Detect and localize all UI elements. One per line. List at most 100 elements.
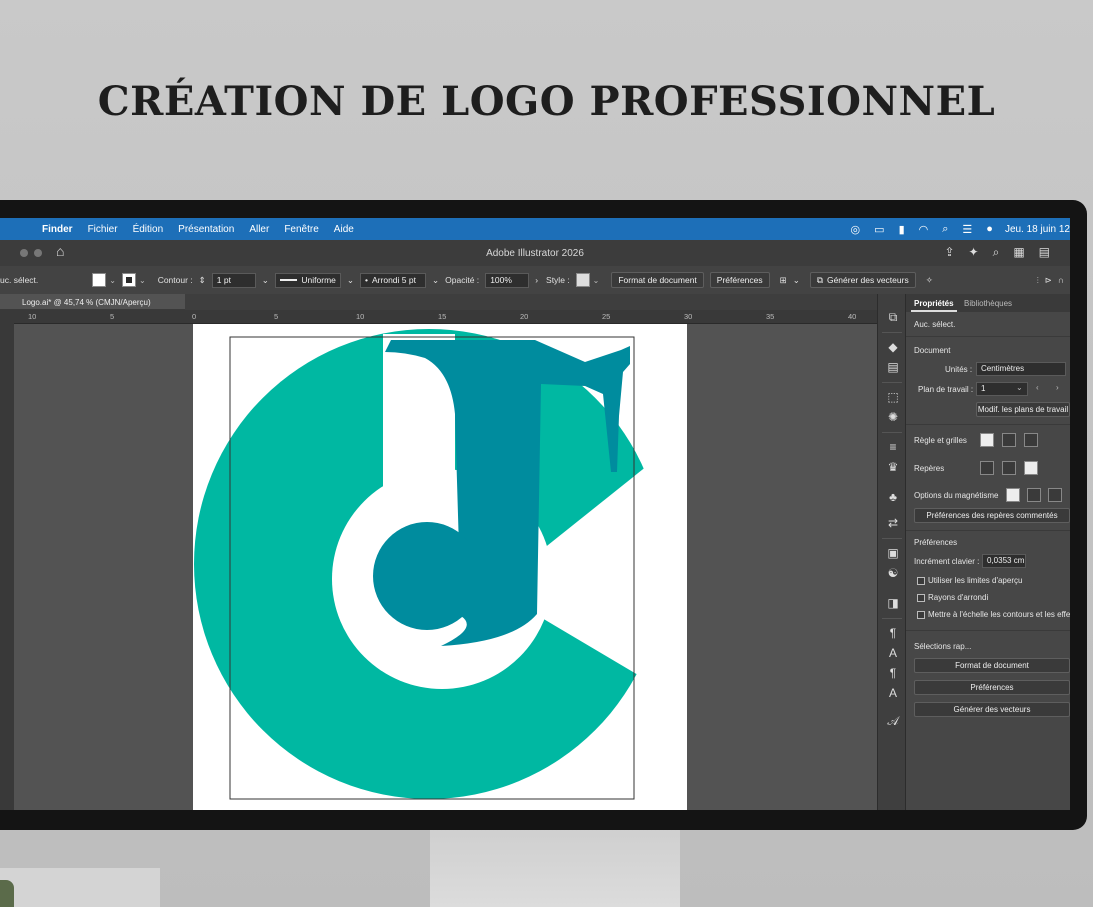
menu-presentation[interactable]: Présentation — [178, 224, 234, 235]
lock-guides-icon[interactable] — [1002, 461, 1016, 475]
keyboard-increment-field[interactable]: 0,0353 cm — [982, 554, 1026, 568]
paragraph-styles-icon[interactable]: A — [885, 646, 901, 660]
logo-artwork[interactable] — [193, 324, 687, 810]
quick-actions-title: Sélections rap... — [914, 642, 972, 651]
grid-toggle-icon[interactable] — [1002, 433, 1016, 447]
appearance-icon[interactable]: ✺ — [885, 410, 901, 424]
menu-aide[interactable]: Aide — [334, 224, 354, 235]
generate-vectors-panel-button[interactable]: Générer des vecteurs — [914, 702, 1070, 717]
round-corners-checkbox[interactable] — [917, 594, 925, 602]
symbols-icon[interactable]: ♣ — [885, 490, 901, 504]
stroke-label[interactable]: Contour : — [158, 275, 193, 285]
menu-bar-clock[interactable]: Jeu. 18 juin 12 — [1005, 224, 1070, 235]
stroke-panel-icon[interactable]: ≡ — [885, 440, 901, 454]
stroke-profile-select[interactable]: Uniforme — [274, 272, 341, 288]
siri-icon[interactable]: ● — [986, 223, 993, 235]
preferences-panel-button[interactable]: Préférences — [914, 680, 1070, 695]
preferences-button[interactable]: Préférences — [709, 272, 770, 288]
menu-finder[interactable]: Finder — [42, 224, 73, 235]
search-icon[interactable]: ⌕ — [993, 245, 1000, 260]
rulers-toggle-icon[interactable] — [980, 433, 994, 447]
path-icon[interactable]: ∩ — [1058, 275, 1064, 285]
puppet-icon[interactable]: ♛ — [885, 460, 901, 474]
logo-inner-dot[interactable] — [373, 522, 481, 630]
layers-icon[interactable]: ◆ — [885, 340, 901, 354]
stroke-swatch[interactable]: ⌄ — [121, 273, 146, 287]
image-trace-icon[interactable]: ▣ — [885, 546, 901, 560]
character-icon[interactable]: A — [885, 686, 901, 700]
opacity-label[interactable]: Opacité : — [445, 275, 479, 285]
document-format-panel-button[interactable]: Format de document — [914, 658, 1070, 673]
transparency-icon[interactable]: ⇄ — [885, 516, 901, 530]
stroke-stepper-icon[interactable]: ⇕ — [199, 275, 206, 286]
snap-point-icon[interactable] — [1006, 488, 1020, 502]
discover-icon[interactable]: ✦ — [969, 245, 979, 260]
next-artboard-icon[interactable]: › — [1056, 383, 1059, 392]
align-panel-icon[interactable]: ▤ — [885, 360, 901, 374]
chevron-down-icon[interactable]: ⌄ — [139, 276, 146, 285]
panels-icon[interactable]: ▤ — [1039, 245, 1050, 260]
comment-guides-prefs-button[interactable]: Préférences des repères commentés — [914, 508, 1070, 523]
snap-icon[interactable]: ⊳ — [1045, 275, 1052, 286]
brush-select[interactable]: • Arrondi 5 pt — [360, 272, 427, 288]
mac-menu-bar: Finder Fichier Édition Présentation Alle… — [0, 218, 1070, 240]
pathfinder-icon[interactable]: ◨ — [885, 596, 901, 610]
transparency-grid-icon[interactable] — [1024, 433, 1038, 447]
chevron-down-icon[interactable]: ⌄ — [593, 276, 600, 285]
paragraph-icon[interactable]: ¶ — [885, 666, 901, 680]
tab-libraries[interactable]: Bibliothèques — [964, 299, 1012, 308]
chevron-down-icon[interactable]: ⌄ — [1016, 383, 1023, 392]
align-icon[interactable]: ⫶ — [1037, 275, 1039, 286]
style-label: Style : — [546, 275, 570, 285]
snap-pixel-icon[interactable] — [1027, 488, 1041, 502]
properties-panel: Propriétés Bibliothèques Auc. sélect. Do… — [906, 294, 1070, 810]
artboards-icon[interactable]: ⧉ — [885, 310, 901, 324]
guides-toggle-icon[interactable] — [980, 461, 994, 475]
generate-vectors-button[interactable]: ⧉ Générer des vecteurs — [809, 272, 916, 288]
document-format-button[interactable]: Format de document — [611, 272, 704, 288]
chevron-down-icon[interactable]: ⌄ — [109, 276, 116, 285]
fill-swatch[interactable]: ⌄ — [92, 273, 116, 287]
opacity-field[interactable]: 100% — [485, 272, 530, 288]
chevron-down-icon[interactable]: ⌄ — [347, 275, 354, 286]
magic-wand-icon[interactable]: ✧ — [926, 275, 933, 286]
menu-fichier[interactable]: Fichier — [88, 224, 118, 235]
scale-strokes-checkbox[interactable] — [917, 611, 925, 619]
canvas-area[interactable] — [14, 324, 877, 810]
creative-cloud-icon[interactable]: ◎ — [851, 223, 861, 236]
generate-vectors-icon: ⧉ — [816, 274, 823, 285]
menu-edition[interactable]: Édition — [133, 224, 164, 235]
transform-icon[interactable]: ⬚ — [885, 390, 901, 404]
workspace-icon[interactable]: ▦ — [1013, 245, 1024, 260]
units-select[interactable]: Centimètres — [976, 362, 1066, 376]
color-guide-icon[interactable]: ☯ — [885, 566, 901, 580]
ruler-tick: 35 — [766, 312, 775, 321]
search-icon[interactable]: ⌕ — [942, 223, 948, 236]
tab-properties[interactable]: Propriétés — [914, 299, 954, 308]
share-icon[interactable]: ⇪ — [944, 245, 954, 260]
ruler-tick: 5 — [274, 312, 279, 321]
battery-icon[interactable]: ▮ — [899, 223, 905, 236]
wifi-icon[interactable]: ◠ — [919, 223, 929, 236]
control-center-icon[interactable]: ☰ — [962, 223, 972, 236]
edit-artboards-button[interactable]: Modif. les plans de travail — [976, 402, 1070, 417]
previous-artboard-icon[interactable]: ‹ — [1036, 383, 1039, 392]
arrange-icon[interactable]: ⊞ — [780, 275, 787, 286]
chevron-down-icon[interactable]: ⌄ — [262, 275, 269, 286]
snap-glyph-icon[interactable] — [1048, 488, 1062, 502]
glyphs-icon[interactable]: 𝒜 — [885, 714, 901, 728]
artboard[interactable] — [193, 324, 687, 810]
chevron-down-icon[interactable]: ⌄ — [432, 275, 439, 286]
document-tab[interactable]: Logo.ai* @ 45,74 % (CMJN/Aperçu) — [0, 294, 185, 310]
display-icon[interactable]: ▭ — [874, 223, 884, 236]
menu-aller[interactable]: Aller — [249, 224, 269, 235]
smart-guides-icon[interactable] — [1024, 461, 1038, 475]
menu-fenetre[interactable]: Fenêtre — [284, 224, 318, 235]
character-styles-icon[interactable]: ¶ — [885, 626, 901, 640]
style-swatch[interactable]: ⌄ — [575, 273, 600, 287]
chevron-down-icon[interactable]: ⌄ — [793, 275, 800, 286]
chevron-right-icon[interactable]: › — [535, 275, 538, 285]
preview-bounds-checkbox[interactable] — [917, 577, 925, 585]
round-corners-label: Rayons d'arrondi — [928, 593, 989, 602]
stroke-weight-field[interactable]: 1 pt — [211, 272, 256, 288]
